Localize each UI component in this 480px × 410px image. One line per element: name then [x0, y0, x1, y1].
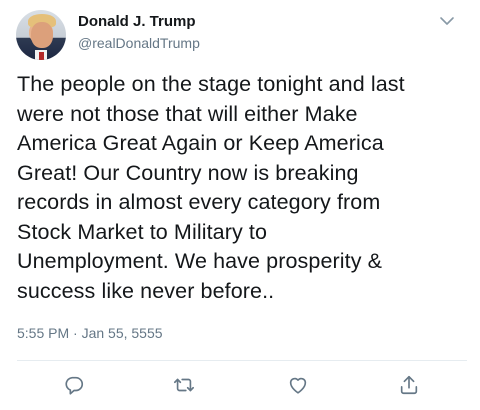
retweet-button[interactable]	[171, 372, 197, 398]
share-button[interactable]	[396, 372, 422, 398]
retweet-icon	[174, 378, 194, 392]
author-display-name[interactable]: Donald J. Trump	[78, 13, 196, 30]
share-icon	[400, 375, 418, 395]
heart-icon	[289, 377, 307, 394]
tweet-card: Donald J. Trump @realDonaldTrump The peo…	[0, 0, 480, 410]
author-handle[interactable]: @realDonaldTrump	[78, 35, 200, 51]
avatar[interactable]	[16, 10, 66, 60]
tweet-timestamp[interactable]: 5:55 PM · Jan 55, 5555	[17, 325, 163, 341]
action-bar	[0, 372, 480, 398]
reply-icon	[65, 376, 84, 395]
reply-button[interactable]	[61, 372, 87, 398]
avatar-face	[31, 22, 53, 48]
like-button[interactable]	[285, 372, 311, 398]
chevron-down-icon[interactable]	[438, 14, 456, 28]
divider	[17, 360, 467, 361]
avatar-tie	[39, 52, 44, 60]
tweet-text: The people on the stage tonight and last…	[17, 72, 405, 303]
